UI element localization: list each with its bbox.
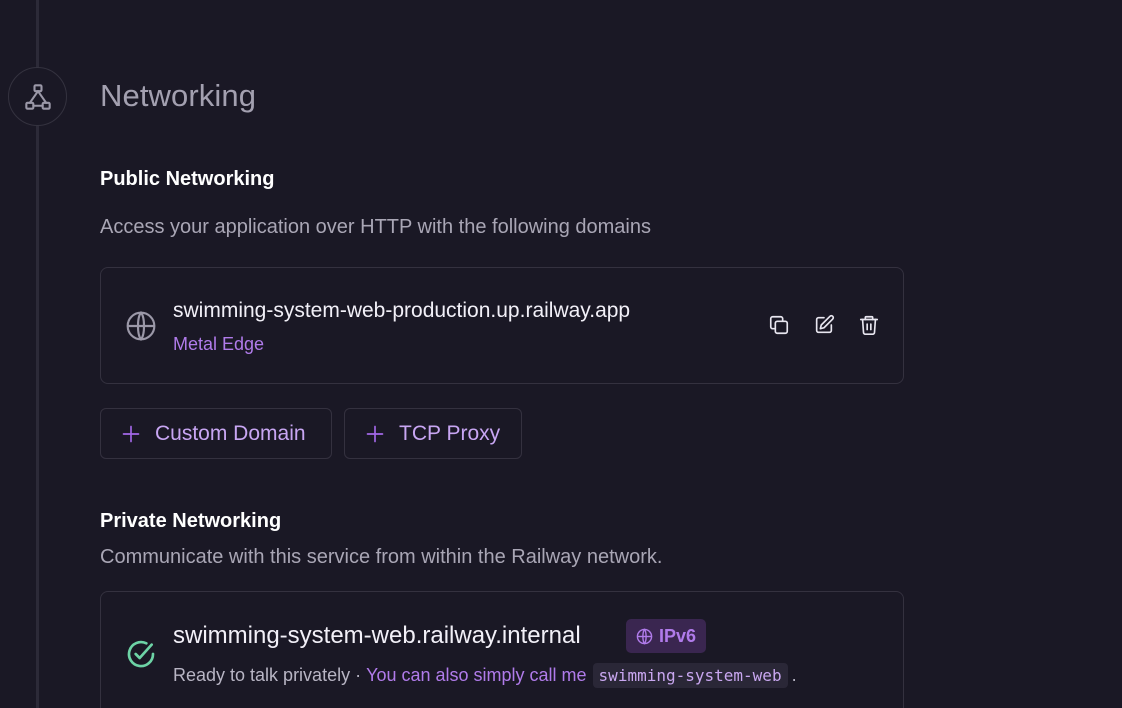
section-title: Networking xyxy=(100,78,257,113)
service-alias[interactable]: swimming-system-web xyxy=(592,663,788,688)
delete-icon[interactable] xyxy=(857,313,881,337)
edit-icon[interactable] xyxy=(812,313,836,337)
plus-icon xyxy=(366,425,384,442)
public-networking-heading: Public Networking xyxy=(100,168,275,190)
add-tcp-proxy-button[interactable]: TCP Proxy xyxy=(344,408,522,459)
globe-icon xyxy=(636,627,653,645)
private-domain-card: swimming-system-web.railway.internal IPv… xyxy=(100,591,904,708)
private-status-line: Ready to talk privately · You can also s… xyxy=(173,663,797,688)
public-networking-description: Access your application over HTTP with t… xyxy=(100,216,651,238)
ready-status: Ready to talk privately xyxy=(173,665,351,685)
trailing-period: . xyxy=(791,665,797,685)
private-networking-heading: Private Networking xyxy=(100,510,282,532)
add-custom-domain-button[interactable]: Custom Domain xyxy=(100,408,332,459)
globe-icon xyxy=(125,310,157,342)
copy-icon[interactable] xyxy=(767,313,791,337)
metal-edge-label: Metal Edge xyxy=(173,334,265,354)
public-domain-url[interactable]: swimming-system-web-production.up.railwa… xyxy=(173,299,630,323)
ipv6-label: IPv6 xyxy=(659,625,697,646)
alias-lead-text: You can also simply call me xyxy=(366,665,587,685)
private-networking-description: Communicate with this service from withi… xyxy=(100,546,663,568)
separator: · xyxy=(355,665,362,685)
internal-hostname[interactable]: swimming-system-web.railway.internal xyxy=(173,622,581,650)
public-domain-card: swimming-system-web-production.up.railwa… xyxy=(100,267,904,384)
service-settings-page: Networking Public Networking Access your… xyxy=(0,0,1122,708)
network-icon xyxy=(8,67,67,126)
plus-icon xyxy=(122,425,140,442)
custom-domain-label: Custom Domain xyxy=(155,421,306,445)
tcp-proxy-label: TCP Proxy xyxy=(399,421,501,445)
ipv6-badge: IPv6 xyxy=(626,619,707,653)
check-circle-icon xyxy=(125,638,157,670)
domain-actions xyxy=(767,313,881,337)
